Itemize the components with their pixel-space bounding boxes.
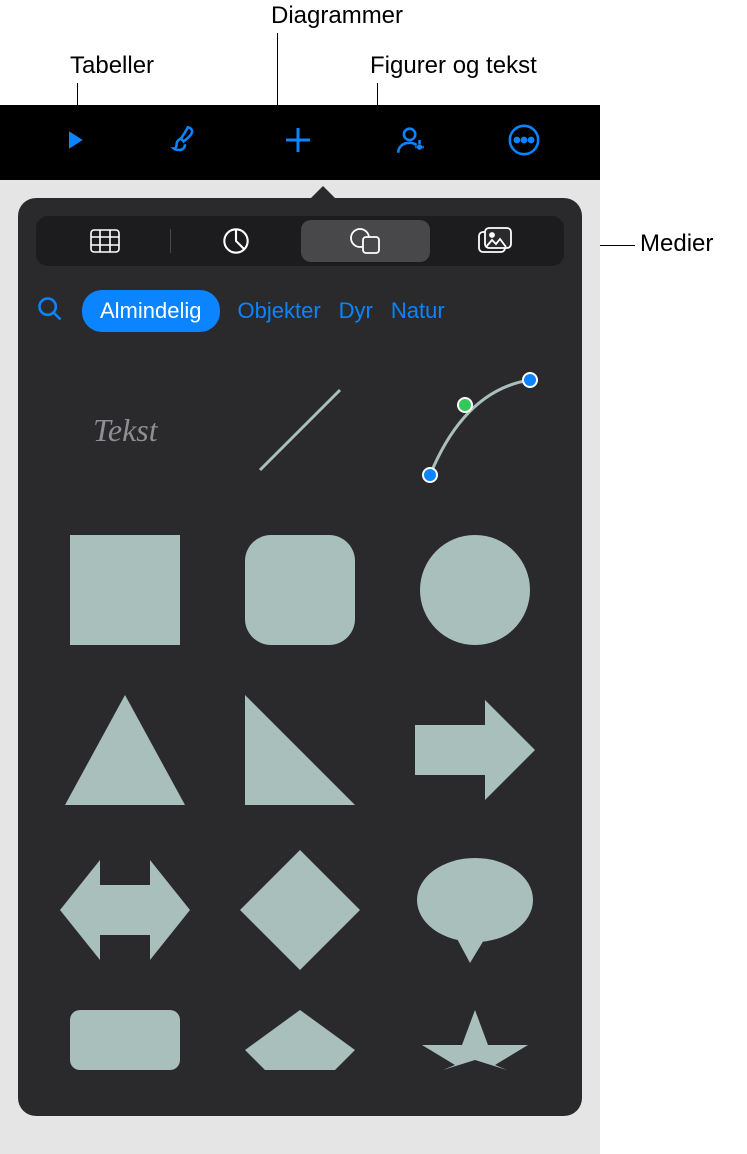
callout-media: Medier	[640, 230, 713, 258]
category-basic[interactable]: Almindelig	[82, 290, 220, 332]
category-objects[interactable]: Objekter	[238, 298, 321, 324]
text-shape-label: Tekst	[93, 412, 158, 449]
shape-star[interactable]	[397, 1010, 552, 1070]
shape-diamond[interactable]	[223, 850, 378, 970]
shape-arrow-right[interactable]	[397, 690, 552, 810]
insert-plus-icon[interactable]	[280, 122, 316, 163]
shape-speech-bubble[interactable]	[397, 850, 552, 970]
tab-tables[interactable]	[40, 220, 170, 262]
tab-charts[interactable]	[171, 220, 301, 262]
format-brush-icon[interactable]	[168, 123, 202, 162]
shape-curve[interactable]	[397, 370, 552, 490]
category-row: Almindelig Objekter Dyr Natur	[18, 266, 582, 350]
shapes-grid: Tekst	[18, 350, 582, 1090]
shape-callout-box[interactable]	[48, 1010, 203, 1070]
callout-charts: Diagrammer	[271, 2, 403, 30]
shape-pentagon[interactable]	[223, 1010, 378, 1070]
play-icon[interactable]	[59, 125, 89, 160]
shape-line[interactable]	[223, 370, 378, 490]
search-icon[interactable]	[36, 295, 64, 328]
collaborate-icon[interactable]	[394, 123, 428, 162]
tab-shapes[interactable]	[301, 220, 431, 262]
shape-square[interactable]	[48, 530, 203, 650]
callout-shapes-text: Figurer og tekst	[370, 52, 537, 80]
category-nature[interactable]: Natur	[391, 298, 445, 324]
main-toolbar	[0, 105, 600, 180]
more-icon[interactable]	[507, 123, 541, 162]
shape-double-arrow[interactable]	[48, 850, 203, 970]
shape-circle[interactable]	[397, 530, 552, 650]
shape-right-triangle[interactable]	[223, 690, 378, 810]
shape-text[interactable]: Tekst	[48, 370, 203, 490]
insert-popover: Almindelig Objekter Dyr Natur Tekst	[18, 198, 582, 1116]
category-animals[interactable]: Dyr	[339, 298, 373, 324]
shape-rounded-square[interactable]	[223, 530, 378, 650]
shape-triangle[interactable]	[48, 690, 203, 810]
callout-tables: Tabeller	[70, 52, 154, 80]
tab-media[interactable]	[430, 220, 560, 262]
insert-tab-bar	[36, 216, 564, 266]
